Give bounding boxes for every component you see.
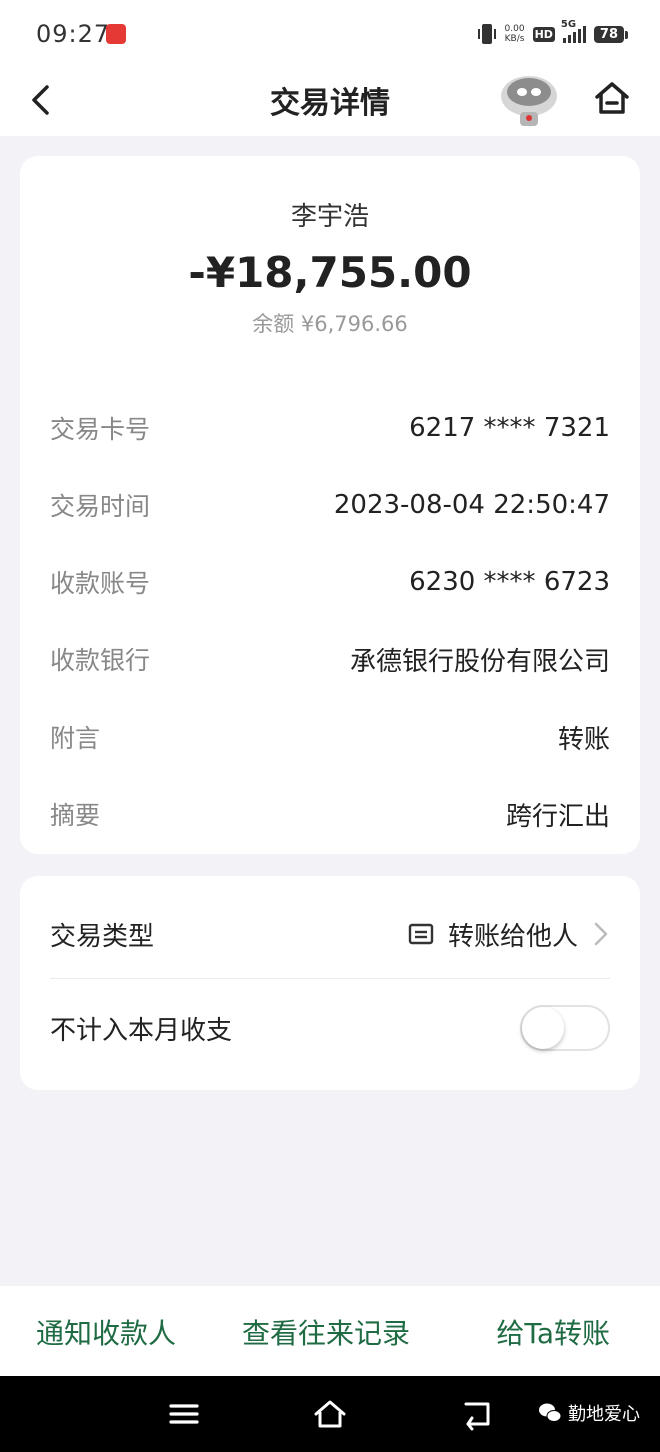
status-time: 09:27: [36, 20, 111, 48]
notify-payee-button[interactable]: 通知收款人: [36, 1312, 176, 1352]
network-speed: 0.00 KB/s: [505, 24, 525, 44]
signal-icon: 5G: [561, 19, 586, 43]
exclude-monthly-label: 不计入本月收支: [50, 1015, 233, 1046]
view-records-button[interactable]: 查看往来记录: [242, 1312, 410, 1352]
transaction-type-label: 交易类型: [50, 921, 155, 952]
detail-row-payee-bank: 收款银行 承德银行股份有限公司: [50, 639, 610, 679]
detail-row-time: 交易时间 2023-08-04 22:50:47: [50, 485, 610, 525]
home-icon[interactable]: [592, 78, 632, 118]
payee-name: 李宇浩: [290, 202, 369, 232]
detail-row-memo: 附言 转账: [50, 717, 610, 757]
system-back-icon[interactable]: [460, 1396, 496, 1432]
detail-value: 转账: [557, 724, 610, 755]
detail-value: 承德银行股份有限公司: [349, 646, 610, 677]
network-type: 5G: [560, 19, 577, 30]
detail-value: 6230 **** 6723: [409, 567, 610, 597]
menu-icon[interactable]: [166, 1396, 202, 1432]
watermark-text: 勤地爱心: [568, 1404, 640, 1425]
detail-row-payee-account: 收款账号 6230 **** 6723: [50, 562, 610, 602]
detail-label: 收款银行: [50, 646, 151, 675]
detail-label: 交易时间: [50, 492, 151, 521]
exclude-monthly-row: 不计入本月收支: [50, 1005, 610, 1051]
transaction-type-row[interactable]: 交易类型 转账给他人: [50, 914, 610, 954]
detail-label: 附言: [50, 724, 101, 753]
status-bar: 09:27 0.00 KB/s HD 5G 78: [0, 0, 660, 68]
network-speed-value: 0.00: [504, 24, 525, 34]
network-speed-unit: KB/s: [504, 34, 525, 44]
system-home-icon[interactable]: [312, 1396, 348, 1432]
detail-row-card-number: 交易卡号 6217 **** 7321: [50, 408, 610, 448]
divider: [50, 978, 610, 979]
detail-label: 摘要: [50, 801, 101, 830]
detail-value: 跨行汇出: [505, 801, 610, 832]
detail-label: 收款账号: [50, 569, 151, 598]
chevron-right-icon: [594, 922, 608, 946]
hd-badge: HD: [532, 26, 555, 42]
watermark: 勤地爱心: [538, 1400, 640, 1426]
category-icon: [408, 923, 434, 945]
vibrate-icon: [477, 24, 496, 44]
toggle-knob: [522, 1007, 564, 1049]
app-notification-icon: [106, 24, 126, 44]
transaction-type-value: 转账给他人: [447, 921, 578, 952]
detail-value: 2023-08-04 22:50:47: [333, 490, 610, 520]
exclude-monthly-toggle[interactable]: [520, 1005, 610, 1051]
battery-icon: 78: [593, 25, 629, 43]
bottom-action-bar: 通知收款人 查看往来记录 给Ta转账: [0, 1286, 660, 1376]
nav-header: 交易详情: [0, 68, 660, 136]
detail-value: 6217 **** 7321: [409, 413, 610, 443]
account-balance: 余额 ¥6,796.66: [252, 312, 408, 336]
detail-row-summary: 摘要 跨行汇出: [50, 794, 610, 834]
detail-label: 交易卡号: [50, 415, 151, 444]
transaction-amount: -¥18,755.00: [188, 248, 472, 297]
system-nav-bar: 勤地爱心: [0, 1376, 660, 1452]
transaction-type-selector[interactable]: 转账给他人: [408, 916, 610, 953]
wechat-icon: [539, 1403, 562, 1422]
status-indicators: 0.00 KB/s HD 5G 78: [477, 19, 629, 46]
mascot-avatar-icon[interactable]: [496, 70, 562, 130]
transaction-card: 李宇浩 -¥18,755.00 余额 ¥6,796.66 交易卡号 6217 *…: [20, 156, 640, 854]
transfer-again-button[interactable]: 给Ta转账: [496, 1312, 610, 1352]
transaction-type-card: 交易类型 转账给他人 不计入本月收支: [20, 876, 640, 1090]
